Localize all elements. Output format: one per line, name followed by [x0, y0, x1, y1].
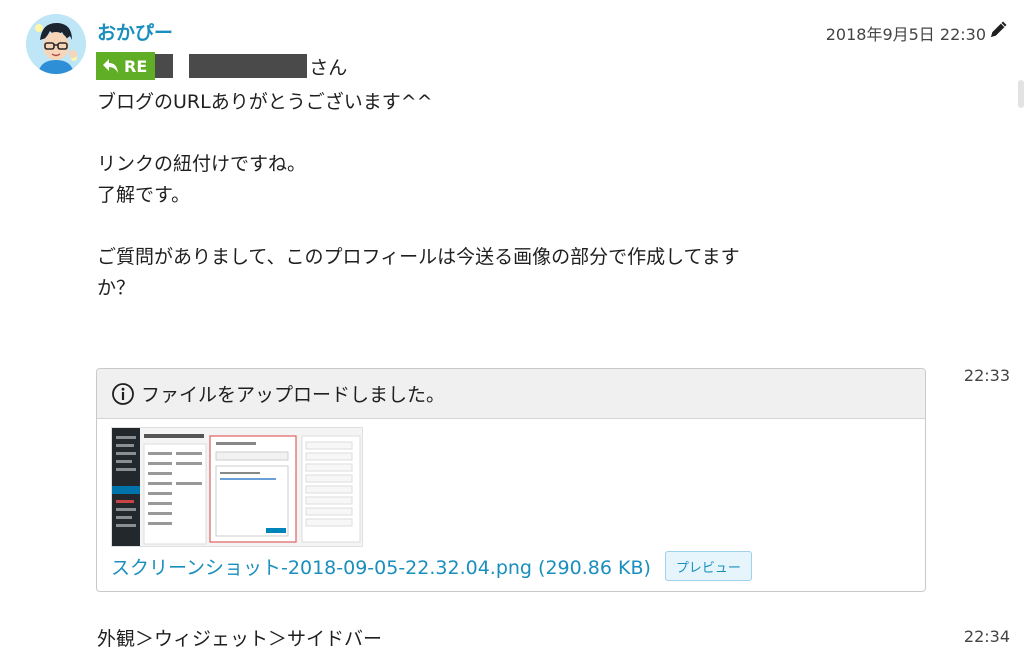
upload-notice-header: ファイルをアップロードしました。 [97, 369, 925, 419]
avatar[interactable] [26, 14, 86, 74]
file-size: (290.86 KB) [538, 556, 651, 579]
file-row: スクリーンショット-2018-09-05-22.32.04.png (290.8… [111, 551, 752, 581]
message-time: 22:34 [963, 627, 1010, 646]
scrollbar-thumb[interactable] [1018, 80, 1024, 108]
preview-button[interactable]: プレビュー [664, 551, 752, 581]
file-name[interactable]: スクリーンショット-2018-09-05-22.32.04.png [111, 557, 532, 579]
message-timestamp: 2018年9月5日 22:30 [825, 25, 986, 44]
recipient-suffix: さん [309, 56, 348, 79]
re-badge[interactable]: RE [96, 52, 156, 80]
message-time: 22:33 [963, 366, 1010, 385]
file-download-link[interactable]: スクリーンショット-2018-09-05-22.32.04.png (290.8… [111, 553, 651, 580]
message-body: ブログのURLありがとうございます^^ リンクの紐付けですね。 了解です。 ご質… [97, 91, 740, 299]
pencil-icon[interactable] [988, 18, 1010, 40]
re-label: RE [124, 56, 148, 76]
reply-to-line: RE さん [96, 52, 347, 80]
chat-thread: おかぴー 2018年9月5日 22:30 RE さん ブログのURLありがとうご… [0, 0, 1024, 671]
screenshot-thumbnail[interactable] [111, 427, 363, 547]
upload-notice-text: ファイルをアップロードしました。 [141, 384, 446, 406]
sender-name[interactable]: おかぴー [97, 18, 173, 45]
redacted-block [155, 54, 174, 78]
file-upload-card: ファイルをアップロードしました。 スクリーンショット-2018-09-05-22… [96, 368, 926, 592]
info-circle-icon [112, 382, 134, 405]
redacted-recipient [189, 54, 308, 78]
message-body: 外観＞ウィジェット＞サイドバー [97, 628, 383, 650]
reply-arrow-icon [103, 59, 118, 73]
